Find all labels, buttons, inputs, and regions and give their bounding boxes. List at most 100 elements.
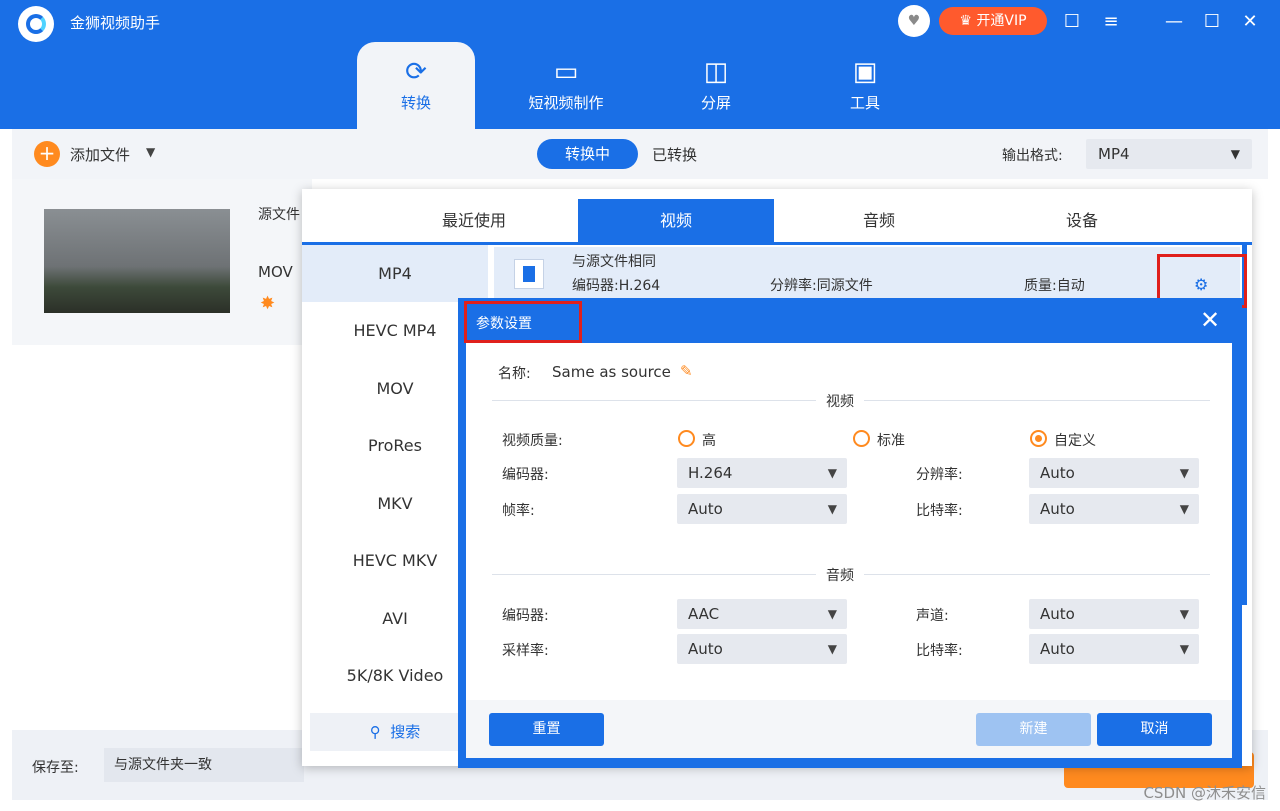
quality-standard-label: 标准 [877,433,905,449]
search-icon: ⚲ [369,723,381,741]
video-bitrate-value: Auto [1040,500,1075,518]
tab-split-screen-label: 分屏 [700,94,731,112]
video-quality-label: 视频质量: [502,433,563,449]
source-file-label: 源文件 [258,207,300,223]
samplerate-label: 采样率: [502,643,549,659]
audio-section-title: 音频 [816,565,864,585]
app-logo [18,6,54,42]
add-file-label[interactable]: 添加文件 [70,144,130,165]
video-encoder-label: 编码器: [502,467,549,483]
quality-custom-radio[interactable] [1030,430,1047,447]
chevron-down-icon[interactable]: ▼ [146,145,155,159]
dialog-body: 名称: Same as source ✎ 视频 视频质量: 高 标准 自定义 编… [466,343,1232,700]
quality-standard-radio[interactable] [853,430,870,447]
tab-converted[interactable]: 已转换 [652,144,697,165]
vip-label: 开通VIP [976,13,1027,29]
maximize-icon[interactable]: ☐ [1198,8,1226,36]
enhance-icon[interactable]: ✸ [260,293,275,314]
format-search-label: 搜索 [390,723,421,741]
preset-encoder: 编码器:H.264 [572,278,661,294]
video-bitrate-label: 比特率: [916,503,963,519]
title-bar: 金狮视频助手 ♥ ♛ 开通VIP ☐ ≡ — ☐ ✕ ⟳ 转换 ▭ 短视频制作 … [0,0,1280,129]
chevron-down-icon: ▼ [827,466,837,480]
minimize-icon[interactable]: — [1160,8,1188,36]
reset-button[interactable]: 重置 [489,713,604,746]
format-item-mp4[interactable]: MP4 [302,245,488,302]
video-section-title: 视频 [816,391,864,411]
chevron-down-icon: ▼ [1179,642,1189,656]
format-tabs: 最近使用 视频 音频 设备 [302,189,1252,242]
app-title: 金狮视频助手 [70,14,161,32]
chat-icon[interactable]: ☐ [1058,8,1086,36]
audio-encoder-value: AAC [688,605,720,623]
close-icon[interactable]: ✕ [1200,306,1220,334]
channel-select[interactable]: Auto ▼ [1029,599,1199,629]
save-to-label: 保存至: [32,760,79,776]
chevron-down-icon: ▼ [1179,607,1189,621]
tab-tools-label: 工具 [849,94,880,112]
chevron-down-icon: ▼ [827,607,837,621]
audio-encoder-select[interactable]: AAC ▼ [677,599,847,629]
output-format-label: 输出格式: [1002,148,1063,164]
edit-icon[interactable]: ✎ [680,362,693,380]
framerate-select[interactable]: Auto ▼ [677,494,847,524]
tab-tools[interactable]: ▣ 工具 [806,42,924,129]
quality-high-radio[interactable] [678,430,695,447]
heart-icon[interactable]: ♥ [898,5,930,37]
tab-converting[interactable]: 转换中 [537,139,638,169]
audio-bitrate-select[interactable]: Auto ▼ [1029,634,1199,664]
resolution-label: 分辨率: [916,467,963,483]
file-format: MOV [258,263,293,281]
samplerate-select[interactable]: Auto ▼ [677,634,847,664]
chevron-down-icon: ▼ [1179,502,1189,516]
tab-recent[interactable]: 最近使用 [376,199,572,242]
file-item[interactable]: 源文件 MOV ✸ [12,179,312,345]
close-icon[interactable]: ✕ [1236,8,1264,36]
new-button[interactable]: 新建 [976,713,1091,746]
watermark: CSDN @沐禾安信 [1143,784,1266,802]
toolbox-icon: ▣ [852,57,878,87]
preset-file-icon [514,259,544,289]
format-search-button[interactable]: ⚲ 搜索 [310,713,480,751]
name-value: Same as source [552,363,671,381]
preset-quality: 质量:自动 [1024,278,1085,294]
quality-custom-label: 自定义 [1054,433,1096,449]
audio-bitrate-value: Auto [1040,640,1075,658]
tab-convert[interactable]: ⟳ 转换 [357,42,475,129]
dialog-footer: 重置 新建 取消 [466,700,1232,758]
preset-item[interactable]: 与源文件相同 编码器:H.264 分辨率:同源文件 质量:自动 ⚙ [494,247,1240,302]
channel-label: 声道: [916,608,949,624]
framerate-value: Auto [688,500,723,518]
menu-icon[interactable]: ≡ [1097,8,1125,36]
video-thumbnail[interactable] [44,209,230,313]
output-format-select[interactable]: MP4 ▼ [1086,139,1252,169]
video-bitrate-select[interactable]: Auto ▼ [1029,494,1199,524]
convert-icon: ⟳ [405,57,427,87]
tab-audio[interactable]: 音频 [781,199,977,242]
chevron-down-icon: ▼ [1179,466,1189,480]
file-list-empty [12,345,312,730]
output-format-value: MP4 [1098,145,1130,163]
audio-bitrate-label: 比特率: [916,643,963,659]
toolbar: + 添加文件 ▼ 转换中 已转换 输出格式: MP4 ▼ [12,129,1268,179]
vip-button[interactable]: ♛ 开通VIP [939,7,1047,35]
param-dialog: 参数设置 ✕ 名称: Same as source ✎ 视频 视频质量: 高 标… [458,298,1242,768]
save-to-select[interactable]: 与源文件夹一致 [104,748,304,782]
samplerate-value: Auto [688,640,723,658]
cancel-button[interactable]: 取消 [1097,713,1212,746]
tab-short-video-label: 短视频制作 [528,94,604,112]
add-file-button[interactable]: + [34,141,60,167]
framerate-label: 帧率: [502,503,535,519]
tab-video[interactable]: 视频 [578,199,774,242]
chevron-down-icon: ▼ [1230,147,1240,161]
chevron-down-icon: ▼ [827,502,837,516]
tab-split-screen[interactable]: ◫ 分屏 [657,42,775,129]
resolution-select[interactable]: Auto ▼ [1029,458,1199,488]
preset-name: 与源文件相同 [572,254,656,270]
preset-resolution: 分辨率:同源文件 [770,278,873,294]
resolution-value: Auto [1040,464,1075,482]
tab-device[interactable]: 设备 [984,199,1180,242]
video-encoder-select[interactable]: H.264 ▼ [677,458,847,488]
audio-encoder-label: 编码器: [502,608,549,624]
tab-short-video[interactable]: ▭ 短视频制作 [507,42,625,129]
